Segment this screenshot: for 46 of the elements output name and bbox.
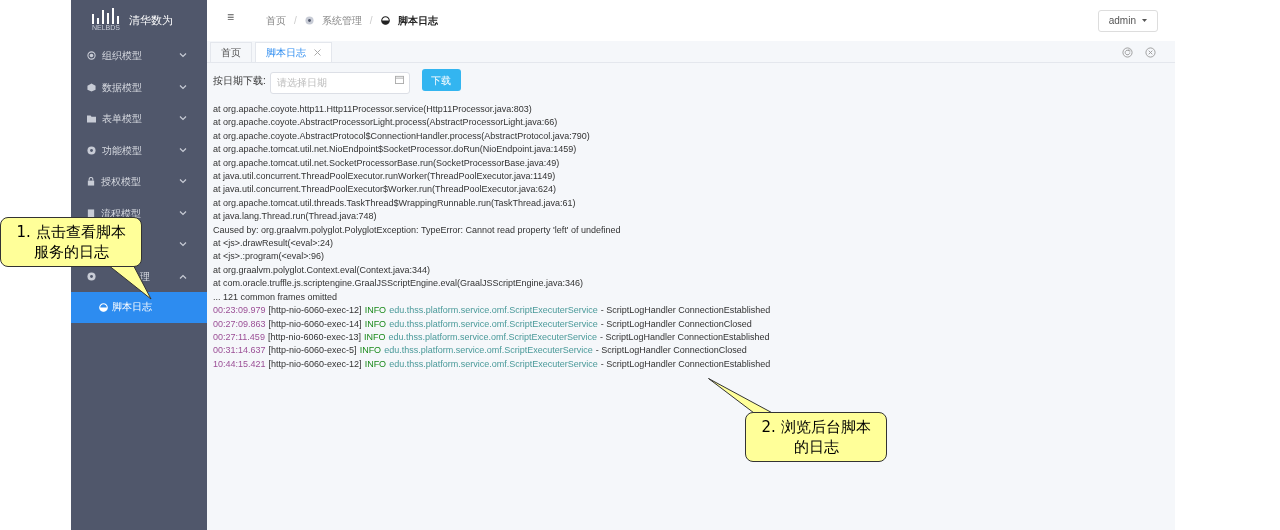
log-line: at org.apache.tomcat.util.threads.TaskThread$WrappingRunnable.run(TaskThread.java:61) [213,196,577,210]
log-thread: [http-nio-6060-exec-14] [268,317,362,331]
log-time: 00:27:09.863 [213,317,266,331]
log-logger: edu.thss.platform.service.omf.ScriptExecuterService [389,317,598,331]
log-message: - ScriptLogHandler ConnectionClosed [600,317,752,331]
callout-tooltip: 2. 浏览后台脚本的日志 [708,378,888,461]
breadcrumb-item: 脚本日志 [397,14,438,28]
log-line: at org.apache.tomcat.util.net.SocketProcessorBase.run(SocketProcessorBase.java:49) [213,156,561,170]
log-time: 10:44:15.421 [213,357,266,371]
log-line: Caused by: org.graalvm.polyglot.PolyglotException: TypeError: Cannot read property 'left' of undefined [213,223,622,237]
log-level: INFO [364,357,387,371]
log-message: - ScriptLogHandler ConnectionEstablished [600,330,770,344]
download-label: 按日期下载: [213,73,266,88]
log-thread: [http-nio-6060-exec-12] [268,304,362,318]
log-time: 00:27:11.459 [213,330,265,344]
log-line: at java.util.concurrent.ThreadPoolExecutor.runWorker(ThreadPoolExecutor.java:1149) [213,170,557,184]
log-line: at org.apache.coyote.http11.Http11Processor.service(Http11Processor.java:803) [213,103,533,116]
log-message: - ScriptLogHandler ConnectionEstablished [600,304,771,318]
log-message: - ScriptLogHandler ConnectionEstablished [600,357,771,371]
log-level: INFO [364,317,387,331]
log-level: INFO [364,304,387,318]
log-line: at java.util.concurrent.ThreadPoolExecutor$Worker.run(ThreadPoolExecutor.java:624) [213,183,557,197]
logo-name: 清华数为 [129,12,173,28]
breadcrumb-separator: / [294,14,297,28]
log-line: at java.lang.Thread.run(Thread.java:748) [213,210,378,224]
log-logger: edu.thss.platform.service.omf.ScriptExecuterService [384,344,593,358]
log-logger: edu.thss.platform.service.omf.ScriptExecuterService [389,357,598,371]
log-thread: [http-nio-6060-exec-5] [268,344,357,358]
log-time: 00:23:09.979 [213,304,266,318]
log-time: 00:31:14.637 [213,344,266,358]
log-line: at <js>.:program(<eval>:96) [213,250,326,264]
log-logger: edu.thss.platform.service.omf.ScriptExecuterService [389,304,598,318]
log-line: at org.apache.coyote.AbstractProcessorLight.process(AbstractProcessorLight.java:66) [213,116,559,130]
log-level: INFO [359,344,382,358]
log-line: ... 121 common frames omitted [213,290,339,304]
log-logger: edu.thss.platform.service.omf.ScriptExecuterService [388,330,598,344]
log-line: at <js>.drawResult(<eval>:24) [213,237,335,251]
log-line: at org.graalvm.polyglot.Context.eval(Context.java:344) [213,263,432,277]
log-level: INFO [363,330,386,344]
log-line: at com.oracle.truffle.js.scriptengine.GraalJSScriptEngine.eval(GraalJSScriptEngine.java:346) [213,277,584,291]
breadcrumb-separator: / [369,14,373,28]
log-line: at org.apache.tomcat.util.net.NioEndpoint$SocketProcessor.doRun(NioEndpoint.java:1459) [213,143,578,157]
log-thread: [http-nio-6060-exec-13] [267,330,361,344]
log-message: - ScriptLogHandler ConnectionClosed [595,344,747,358]
log-line: at org.apache.coyote.AbstractProtocol$ConnectionHandler.process(AbstractProtocol.java:790) [213,129,591,143]
log-thread: [http-nio-6060-exec-12] [268,357,362,371]
